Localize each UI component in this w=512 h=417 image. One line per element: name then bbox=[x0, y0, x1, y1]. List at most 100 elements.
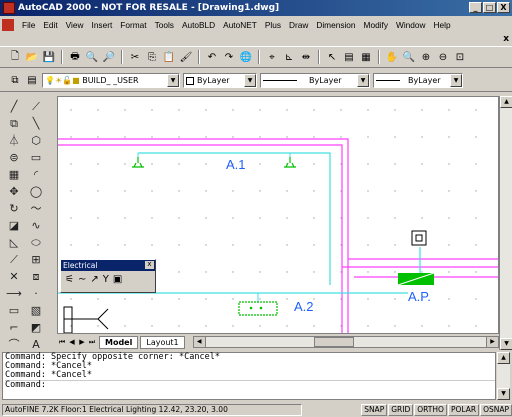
move-icon[interactable]: ✥ bbox=[6, 185, 22, 199]
properties-icon[interactable]: ▤ bbox=[342, 50, 356, 64]
hyperlink-icon[interactable]: 🌐 bbox=[239, 50, 253, 64]
zoom-window-icon[interactable]: ⊕ bbox=[419, 50, 433, 64]
make-block-icon[interactable]: ⧈ bbox=[28, 270, 44, 284]
maximize-button[interactable]: □ bbox=[483, 2, 496, 13]
snap-toggle[interactable]: SNAP bbox=[361, 403, 388, 416]
ellipse-icon[interactable]: ⬭ bbox=[28, 236, 44, 250]
command-scroll-up[interactable]: ▲ bbox=[497, 352, 510, 364]
spline-icon[interactable]: ∿ bbox=[28, 219, 44, 233]
chevron-down-icon[interactable]: ▼ bbox=[244, 74, 256, 87]
zoom-extents-icon[interactable]: ⊡ bbox=[453, 50, 467, 64]
osnap-toggle[interactable]: OSNAP bbox=[480, 403, 512, 416]
receptacle-icon[interactable]: Y bbox=[103, 274, 109, 285]
prev-tab-button[interactable]: ◀ bbox=[67, 336, 77, 348]
scroll-left-button[interactable]: ◀ bbox=[193, 337, 206, 347]
menu-window[interactable]: Window bbox=[392, 20, 430, 30]
multiline-text-icon[interactable]: A bbox=[28, 338, 44, 352]
document-close-button[interactable]: x bbox=[503, 34, 509, 44]
palette-close-button[interactable]: x bbox=[145, 261, 154, 269]
distance-icon[interactable]: ⇹ bbox=[299, 50, 313, 64]
zoom-previous-icon[interactable]: ⊖ bbox=[436, 50, 450, 64]
first-tab-button[interactable]: ⏮ bbox=[57, 336, 67, 348]
pan-icon[interactable]: ✋ bbox=[385, 50, 399, 64]
stretch-icon[interactable]: ◺ bbox=[6, 236, 22, 250]
paste-icon[interactable]: 📋 bbox=[162, 50, 176, 64]
grid-toggle[interactable]: GRID bbox=[388, 403, 414, 416]
tab-layout1[interactable]: Layout1 bbox=[140, 335, 185, 349]
label-ap[interactable]: A.P. bbox=[408, 289, 431, 304]
menu-help[interactable]: Help bbox=[430, 20, 455, 30]
electrical-palette[interactable]: Electrical x ⚟ ∼ ↗ Y ▣ bbox=[60, 259, 156, 293]
offset-icon[interactable]: ⊜ bbox=[6, 151, 22, 165]
snap-from-icon[interactable]: ⌖ bbox=[265, 50, 279, 64]
save-icon[interactable]: 💾 bbox=[42, 50, 56, 64]
cut-icon[interactable]: ✂ bbox=[128, 50, 142, 64]
switch-box[interactable] bbox=[411, 230, 427, 246]
print-preview-icon[interactable]: 🔍 bbox=[85, 50, 99, 64]
panel-icon[interactable]: ▣ bbox=[113, 274, 122, 285]
menu-view[interactable]: View bbox=[62, 20, 88, 30]
polygon-icon[interactable]: ⬡ bbox=[28, 134, 44, 148]
region-icon[interactable]: ◩ bbox=[28, 321, 44, 335]
hatch-icon[interactable]: ▧ bbox=[28, 304, 44, 318]
label-a1[interactable]: A.1 bbox=[226, 157, 246, 172]
revision-cloud-icon[interactable]: 〜 bbox=[28, 202, 44, 216]
access-point-symbol[interactable] bbox=[397, 272, 435, 286]
lengthen-icon[interactable]: ⟋ bbox=[6, 253, 22, 267]
menu-insert[interactable]: Insert bbox=[88, 20, 117, 30]
ortho-toggle[interactable]: ORTHO bbox=[414, 403, 447, 416]
menu-tools[interactable]: Tools bbox=[151, 20, 178, 30]
match-properties-icon[interactable]: 🖌 bbox=[179, 50, 193, 64]
document-icon[interactable] bbox=[2, 18, 14, 31]
scroll-down-button[interactable]: ▼ bbox=[500, 338, 512, 350]
autocad-icon[interactable] bbox=[3, 2, 15, 14]
layers-icon[interactable]: ▤ bbox=[25, 74, 39, 88]
arrow-wire-icon[interactable]: ↗ bbox=[90, 274, 98, 285]
lineweight-dropdown[interactable]: ByLayer ▼ bbox=[373, 73, 463, 88]
command-prompt[interactable]: Command: bbox=[5, 380, 495, 390]
tab-model[interactable]: Model bbox=[99, 335, 139, 349]
break-icon[interactable]: ▭ bbox=[6, 304, 22, 318]
chamfer-icon[interactable]: ⌐ bbox=[6, 321, 22, 335]
scroll-right-button[interactable]: ▶ bbox=[486, 337, 498, 347]
layer-dropdown[interactable]: 💡☀🔓■ BUILD_ _USER ▼ bbox=[42, 73, 180, 88]
menu-autonet[interactable]: AutoNET bbox=[219, 20, 261, 30]
insert-block-icon[interactable]: ⊞ bbox=[28, 253, 44, 267]
copy-object-icon[interactable]: ⧉ bbox=[6, 117, 22, 131]
vertical-scrollbar[interactable]: ▲ ▼ bbox=[499, 96, 512, 350]
line-icon[interactable]: ╱ bbox=[6, 100, 22, 114]
zoom-realtime-icon[interactable]: 🔍 bbox=[402, 50, 416, 64]
scale-icon[interactable]: ◪ bbox=[6, 219, 22, 233]
circle-icon[interactable]: ◯ bbox=[28, 185, 44, 199]
polyline-icon[interactable]: ⟋ bbox=[28, 100, 44, 114]
copy-icon[interactable]: ⎘ bbox=[145, 50, 159, 64]
array-icon[interactable]: ▦ bbox=[6, 168, 22, 182]
menu-file[interactable]: File bbox=[18, 20, 39, 30]
palette-title-bar[interactable]: Electrical x bbox=[61, 260, 155, 271]
chevron-down-icon[interactable]: ▼ bbox=[450, 74, 462, 87]
minimize-button[interactable]: _ bbox=[469, 2, 482, 13]
command-scrollbar[interactable]: ▲ ▼ bbox=[497, 352, 510, 400]
point-icon[interactable]: · bbox=[28, 287, 44, 301]
polar-toggle[interactable]: POLAR bbox=[447, 403, 480, 416]
trim-icon[interactable]: ✕ bbox=[6, 270, 22, 284]
chevron-down-icon[interactable]: ▼ bbox=[357, 74, 369, 87]
menu-plus[interactable]: Plus bbox=[261, 20, 285, 30]
pointer-icon[interactable]: ↖ bbox=[325, 50, 339, 64]
last-tab-button[interactable]: ⏭ bbox=[87, 336, 97, 348]
redo-icon[interactable]: ↷ bbox=[222, 50, 236, 64]
scroll-thumb[interactable] bbox=[313, 337, 354, 347]
make-layer-current-icon[interactable]: ⧉ bbox=[8, 74, 22, 88]
horizontal-scrollbar[interactable]: ◀ ▶ bbox=[192, 336, 499, 348]
find-icon[interactable]: 🔎 bbox=[102, 50, 116, 64]
menu-modify[interactable]: Modify bbox=[360, 20, 392, 30]
command-scroll-down[interactable]: ▼ bbox=[497, 388, 510, 400]
print-icon[interactable]: 🖶 bbox=[68, 50, 82, 64]
menu-draw[interactable]: Draw bbox=[285, 20, 312, 30]
undo-icon[interactable]: ↶ bbox=[205, 50, 219, 64]
next-tab-button[interactable]: ▶ bbox=[77, 336, 87, 348]
command-history[interactable]: Command: Specify opposite corner: *Cance… bbox=[2, 352, 496, 400]
curve-wire-icon[interactable]: ∼ bbox=[78, 274, 86, 285]
close-button[interactable]: X bbox=[497, 2, 510, 13]
rotate-icon[interactable]: ↻ bbox=[6, 202, 22, 216]
